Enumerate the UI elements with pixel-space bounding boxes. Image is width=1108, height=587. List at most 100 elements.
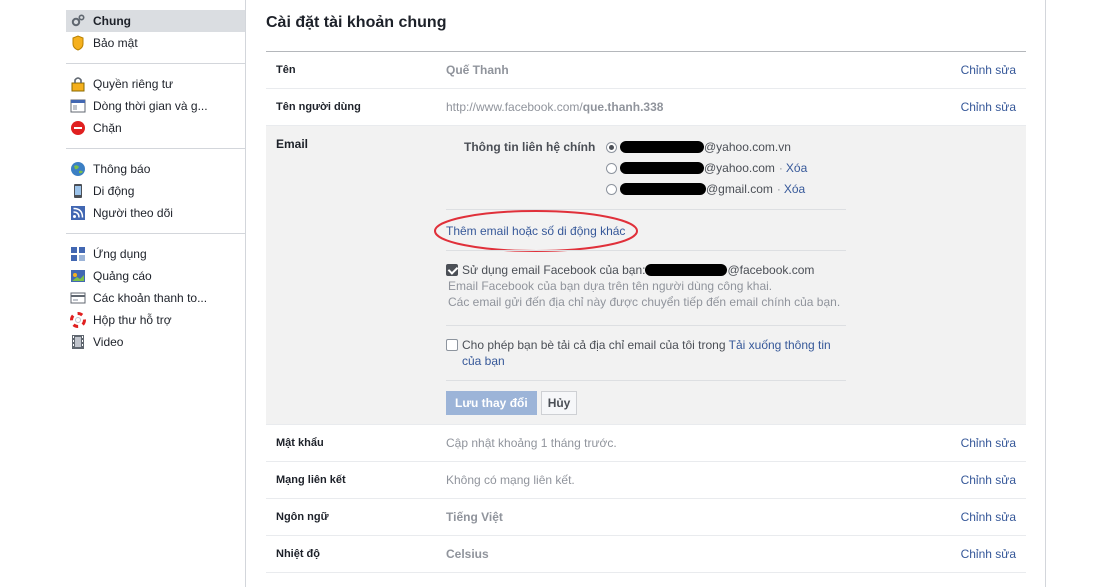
setting-row-username[interactable]: Tên người dùng http://www.facebook.com/q… (266, 89, 1026, 126)
sidebar-item-label: Chung (93, 14, 131, 28)
use-facebook-email-checkbox[interactable] (446, 264, 458, 276)
edit-name-link[interactable]: Chỉnh sửa (961, 63, 1016, 77)
settings-sidebar: Chung Bảo mật Quyền riêng tư Dòng thời g… (66, 0, 245, 587)
redacted-email-mask (620, 162, 704, 174)
content-right-border (1045, 0, 1046, 587)
email-option-3[interactable]: @gmail.com · Xóa (606, 180, 805, 198)
sidebar-item-label: Quảng cáo (93, 269, 152, 283)
gear-icon (70, 13, 86, 29)
general-settings-panel: Cài đặt tài khoản chung Tên Quế Thanh Ch… (266, 0, 1026, 573)
setting-value: http://www.facebook.com/que.thanh.338 (446, 100, 1026, 114)
save-changes-button[interactable]: Lưu thay đổi (446, 391, 537, 415)
download-option-text: Cho phép bạn bè tải cả địa chỉ email của… (462, 337, 846, 369)
edit-temperature-link[interactable]: Chỉnh sửa (961, 547, 1016, 561)
lock-icon (70, 76, 86, 92)
redacted-email-mask (620, 183, 706, 195)
facebook-email-forwarding-note: Các email gửi đến địa chỉ này được chuyể… (448, 295, 841, 309)
setting-label: Tên người dùng (276, 101, 361, 113)
sidebar-divider (66, 233, 245, 234)
sidebar-item-privacy[interactable]: Quyền riêng tư (66, 73, 245, 95)
remove-email-2-link[interactable]: Xóa (786, 161, 807, 175)
download-info-option: Cho phép bạn bè tải cả địa chỉ email của… (446, 337, 846, 369)
sidebar-item-ads[interactable]: Quảng cáo (66, 265, 245, 287)
setting-row-temperature[interactable]: Nhiệt độ Celsius Chỉnh sửa (266, 536, 1026, 573)
sidebar-item-label: Video (93, 335, 124, 349)
apps-icon (70, 246, 86, 262)
mobile-icon (70, 183, 86, 199)
sidebar-item-timeline[interactable]: Dòng thời gian và g... (66, 95, 245, 117)
edit-password-link[interactable]: Chỉnh sửa (961, 436, 1016, 450)
sidebar-item-general[interactable]: Chung (66, 10, 245, 32)
email-option-2[interactable]: @yahoo.com · Xóa (606, 159, 807, 177)
sidebar-item-mobile[interactable]: Di động (66, 180, 245, 202)
email-radio-1[interactable] (606, 141, 617, 153)
facebook-email-description: Email Facebook của bạn dựa trên tên ngườ… (448, 279, 773, 293)
setting-row-password[interactable]: Mật khẩu Cập nhật khoảng 1 tháng trước. … (266, 425, 1026, 462)
timeline-icon (70, 98, 86, 114)
email-section-divider (446, 325, 846, 326)
setting-label: Email (276, 137, 309, 151)
sidebar-item-apps[interactable]: Ứng dụng (66, 243, 245, 265)
sidebar-item-label: Ứng dụng (93, 247, 147, 261)
sidebar-item-label: Các khoản thanh to... (93, 291, 208, 305)
sidebar-item-security[interactable]: Bảo mật (66, 32, 245, 54)
edit-networks-link[interactable]: Chỉnh sửa (961, 473, 1016, 487)
edit-language-link[interactable]: Chỉnh sửa (961, 510, 1016, 524)
allow-download-email-checkbox[interactable] (446, 339, 458, 351)
setting-value: Celsius (446, 547, 489, 561)
setting-row-linked-networks[interactable]: Mạng liên kết Không có mạng liên kết. Ch… (266, 462, 1026, 499)
sidebar-divider (66, 148, 245, 149)
sidebar-item-label: Dòng thời gian và g... (93, 99, 208, 113)
remove-email-3-link[interactable]: Xóa (784, 182, 805, 196)
sidebar-item-blocking[interactable]: Chặn (66, 117, 245, 139)
sidebar-item-followers[interactable]: Người theo dõi (66, 202, 245, 224)
separator-dot: · (778, 161, 783, 175)
page-title: Cài đặt tài khoản chung (266, 0, 1026, 52)
setting-value: Không có mạng liên kết. (446, 473, 575, 487)
sidebar-item-payments[interactable]: Các khoản thanh to... (66, 287, 245, 309)
setting-row-name[interactable]: Tên Quế Thanh Chỉnh sửa (266, 52, 1026, 89)
sidebar-item-support-inbox[interactable]: Hộp thư hỗ trợ (66, 309, 245, 331)
cancel-button[interactable]: Hủy (540, 391, 578, 415)
setting-value: Tiếng Việt (446, 510, 503, 524)
facebook-email-label: Sử dụng email Facebook của bạn: (462, 263, 646, 277)
separator-dot: · (776, 182, 781, 196)
facebook-email-option: Sử dụng email Facebook của bạn: @faceboo… (446, 262, 866, 310)
facebook-email-suffix: @facebook.com (727, 263, 815, 277)
email-option-1[interactable]: @yahoo.com.vn (606, 138, 791, 156)
sidebar-item-label: Quyền riêng tư (93, 77, 174, 91)
setting-label: Tên (276, 64, 296, 76)
edit-username-link[interactable]: Chỉnh sửa (961, 100, 1016, 114)
email-form-actions: Lưu thay đổi Hủy (446, 391, 578, 415)
setting-label: Mạng liên kết (276, 474, 346, 486)
primary-contact-label: Thông tin liên hệ chính (464, 140, 596, 154)
setting-row-email-expanded: Email Thông tin liên hệ chính @yahoo.com… (266, 126, 1026, 425)
sidebar-divider (66, 63, 245, 64)
setting-label: Nhiệt độ (276, 548, 320, 560)
sidebar-item-label: Di động (93, 184, 135, 198)
sidebar-item-notifications[interactable]: Thông báo (66, 158, 245, 180)
lifebuoy-icon (70, 312, 86, 328)
redacted-email-mask (620, 141, 704, 153)
download-option-label: Cho phép bạn bè tải cả địa chỉ email của… (462, 338, 726, 352)
email-section-divider (446, 250, 846, 251)
shield-icon (70, 35, 86, 51)
setting-label: Ngôn ngữ (276, 511, 329, 523)
globe-icon (70, 161, 86, 177)
email-suffix: @gmail.com (706, 182, 773, 196)
block-icon (70, 120, 86, 136)
sidebar-item-label: Thông báo (93, 162, 151, 176)
email-section-divider (446, 380, 846, 381)
sidebar-item-label: Chặn (93, 121, 122, 135)
username-url-prefix: http://www.facebook.com/ (446, 100, 583, 114)
sidebar-item-label: Người theo dõi (93, 206, 173, 220)
setting-row-language[interactable]: Ngôn ngữ Tiếng Việt Chỉnh sửa (266, 499, 1026, 536)
email-radio-2[interactable] (606, 162, 617, 174)
sidebar-item-video[interactable]: Video (66, 331, 245, 353)
card-icon (70, 290, 86, 306)
setting-value: Quế Thanh (446, 63, 509, 77)
email-radio-3[interactable] (606, 183, 617, 195)
username-handle: que.thanh.338 (582, 100, 664, 114)
sidebar-item-label: Hộp thư hỗ trợ (93, 313, 172, 327)
setting-label: Mật khẩu (276, 437, 324, 449)
